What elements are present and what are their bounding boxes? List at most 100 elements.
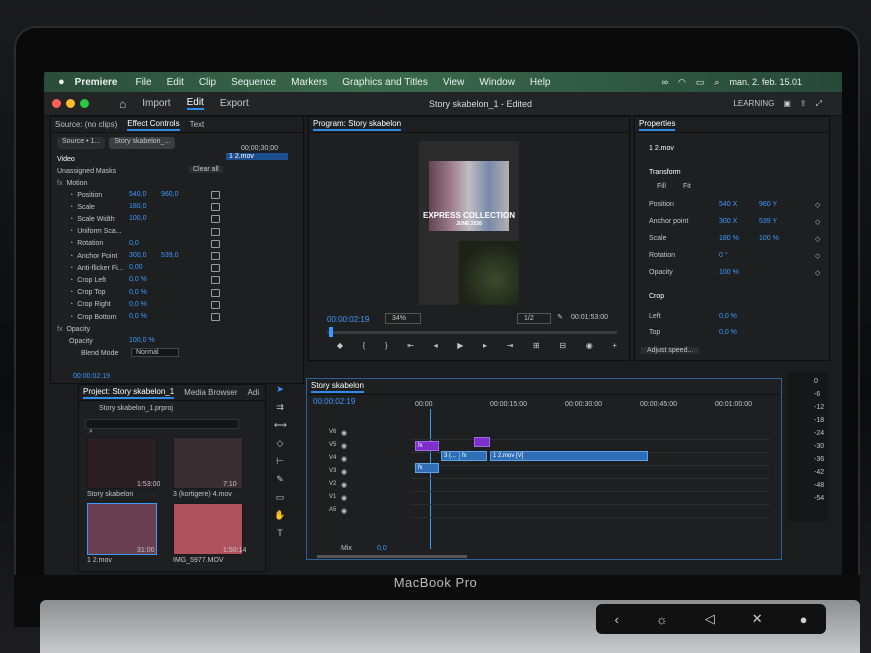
track-header[interactable]: V4	[329, 455, 336, 461]
workspace-import[interactable]: Import	[142, 98, 170, 109]
prop-value-2[interactable]: 539 Y	[759, 218, 777, 225]
ec-prop-value-1[interactable]: 540,0	[129, 191, 147, 198]
apple-menu-icon[interactable]: ●	[58, 76, 65, 88]
hand-tool-icon[interactable]: ✋	[274, 510, 286, 522]
go-to-out-icon[interactable]: ⇥	[507, 341, 514, 350]
prop-value-1[interactable]: 180 %	[719, 235, 739, 242]
keyframe-icon[interactable]: ◇	[815, 252, 820, 260]
crop-section[interactable]: Crop	[649, 293, 664, 300]
prop-value-1[interactable]: 100 %	[719, 269, 739, 276]
tab-adi[interactable]: Adi	[248, 388, 260, 397]
crop-value[interactable]: 0,0 %	[719, 329, 737, 336]
fill-button[interactable]: Fill	[657, 183, 666, 190]
resolution-select[interactable]: 1/2	[517, 313, 551, 324]
track-header[interactable]: A5	[329, 507, 336, 513]
battery-icon[interactable]: ▭	[696, 77, 705, 88]
razor-tool-icon[interactable]: ◇	[274, 438, 286, 450]
project-search-input[interactable]: ⌕	[85, 419, 239, 435]
clip-v4-1-2-mov[interactable]: 1 2.mov [V]	[490, 451, 648, 461]
menu-view[interactable]: View	[443, 77, 465, 88]
prop-value-2[interactable]: 100 %	[759, 235, 779, 242]
clip-v3-fx[interactable]: fx	[415, 463, 439, 473]
home-icon[interactable]: ⌂	[119, 97, 126, 111]
track-header[interactable]: V3	[329, 468, 336, 474]
ec-prop-row[interactable]: ◔ Crop Bottom	[69, 311, 117, 323]
workspace-edit[interactable]: Edit	[186, 97, 204, 110]
stopwatch-icon[interactable]: ◔	[69, 216, 73, 223]
keyframe-icon[interactable]: ◇	[815, 218, 820, 226]
properties-tab[interactable]: Properties	[639, 119, 676, 131]
creative-cloud-icon[interactable]: ∞	[662, 77, 668, 87]
step-forward-icon[interactable]: ▸	[483, 341, 487, 350]
eye-icon[interactable]: ◉	[341, 494, 347, 502]
reset-icon[interactable]	[211, 252, 220, 260]
export-frame-icon[interactable]: ◉	[586, 341, 593, 350]
program-timecode[interactable]: 00:00:02:19	[327, 315, 369, 324]
ec-prop-row[interactable]: ◔ Rotation	[69, 238, 103, 250]
tab-media-browser[interactable]: Media Browser	[184, 388, 237, 397]
prop-value-1[interactable]: 300 X	[719, 218, 737, 225]
track-select-icon[interactable]: ⇉	[274, 402, 286, 414]
reset-icon[interactable]	[211, 215, 220, 224]
track-header[interactable]: V5	[329, 442, 336, 448]
clip-v5-fx-1[interactable]: fx	[415, 441, 439, 451]
eye-icon[interactable]: ◉	[341, 455, 347, 463]
insert-icon[interactable]: ⊞	[533, 341, 540, 350]
prop-value-2[interactable]: 960 Y	[759, 201, 777, 208]
fullscreen-icon[interactable]: ⤢	[816, 99, 822, 109]
project-item-name[interactable]: IMG_5977.MOV	[173, 557, 224, 564]
stopwatch-icon[interactable]: ◔	[69, 204, 73, 211]
crop-value[interactable]: 0,0 %	[719, 313, 737, 320]
workspace-export[interactable]: Export	[220, 98, 249, 109]
zoom-window-button[interactable]	[80, 99, 89, 108]
ec-prop-value-1[interactable]: 0,00	[129, 264, 143, 271]
menu-graphics[interactable]: Graphics and Titles	[342, 77, 428, 88]
type-tool-icon[interactable]: T	[274, 528, 286, 540]
menu-markers[interactable]: Markers	[291, 77, 327, 88]
selection-tool-icon[interactable]: ➤	[274, 384, 286, 396]
reset-icon[interactable]	[211, 191, 220, 199]
marker-icon[interactable]: ◆	[337, 341, 343, 350]
ec-prop-value-2[interactable]: 960,0	[161, 191, 179, 198]
volume-icon[interactable]: ◁	[705, 611, 715, 627]
go-to-in-icon[interactable]: ⇤	[407, 341, 414, 350]
project-item-name[interactable]: Story skabelon	[87, 491, 133, 498]
keyframe-icon[interactable]: ◇	[815, 235, 820, 243]
stopwatch-icon[interactable]: ◔	[69, 192, 73, 199]
track-header[interactable]: V2	[329, 481, 336, 487]
ec-prop-row[interactable]: ◔ Anti-flicker Fi...	[69, 262, 124, 274]
ec-prop-row[interactable]: ◔ Scale	[69, 201, 95, 213]
menu-help[interactable]: Help	[530, 77, 551, 88]
ec-prop-value-1[interactable]: 0,0 %	[129, 276, 147, 283]
menu-clip[interactable]: Clip	[199, 77, 216, 88]
ec-prop-value-1[interactable]: 0,0 %	[129, 301, 147, 308]
add-button-icon[interactable]: +	[612, 341, 617, 350]
reset-icon[interactable]	[211, 300, 220, 309]
close-window-button[interactable]	[52, 99, 61, 108]
keyframe-icon[interactable]: ◇	[815, 201, 820, 209]
ec-prop-value-1[interactable]: 300,0	[129, 252, 147, 259]
sequence-chip[interactable]: Story skabelon_...	[109, 137, 176, 149]
slip-tool-icon[interactable]: ⊢	[274, 456, 286, 468]
search-icon[interactable]: ⌕	[714, 77, 719, 88]
stopwatch-icon[interactable]: ◔	[69, 253, 73, 260]
ec-clip-bar[interactable]: 1 2.mov	[226, 153, 288, 160]
timeline-playhead[interactable]	[430, 409, 431, 549]
opacity-section[interactable]: fx Opacity	[57, 323, 90, 335]
stopwatch-icon[interactable]: ◔	[69, 301, 73, 308]
menu-sequence[interactable]: Sequence	[231, 77, 276, 88]
panel-layout-icon[interactable]: ▣	[783, 99, 791, 108]
pen-tool-icon[interactable]: ✎	[274, 474, 286, 486]
transform-section[interactable]: Transform	[649, 169, 681, 176]
ripple-edit-icon[interactable]: ⟷	[274, 420, 287, 432]
eye-icon[interactable]: ◉	[341, 442, 347, 450]
eye-icon[interactable]: ◉	[341, 429, 347, 437]
ec-prop-value-1[interactable]: 180,0	[129, 203, 147, 210]
stopwatch-icon[interactable]: ◔	[69, 228, 73, 235]
program-scrubber[interactable]	[327, 331, 617, 334]
tab-effect-controls[interactable]: Effect Controls	[127, 119, 180, 131]
menu-file[interactable]: File	[135, 77, 151, 88]
opacity-row[interactable]: Opacity	[69, 335, 93, 347]
prop-value-1[interactable]: 0 °	[719, 252, 728, 259]
tab-project[interactable]: Project: Story skabelon_1	[83, 387, 175, 399]
